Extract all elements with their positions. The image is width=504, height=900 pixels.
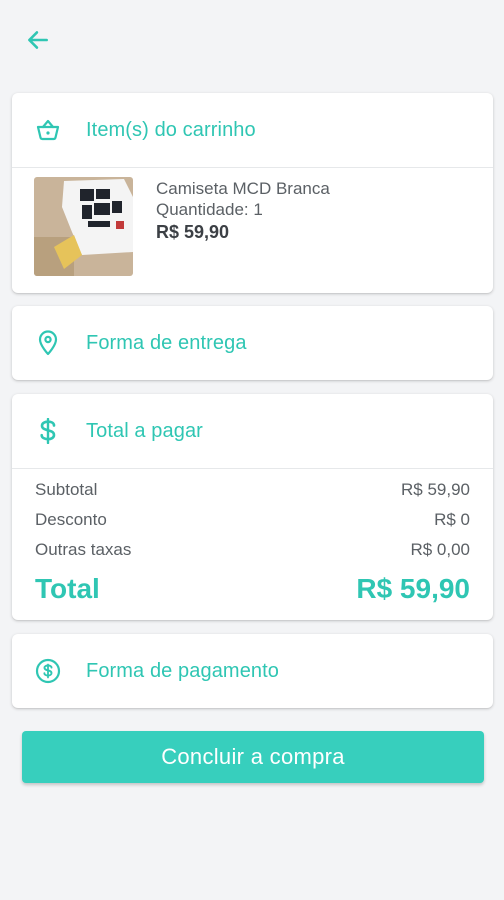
- total-label: Total: [35, 573, 100, 604]
- basket-icon: [34, 116, 62, 144]
- payment-card[interactable]: Forma de pagamento: [12, 634, 493, 708]
- back-button[interactable]: [22, 24, 54, 56]
- dollar-icon: [34, 417, 62, 445]
- discount-value: R$ 0: [434, 510, 470, 529]
- cart-card: Item(s) do carrinho Camiseta MCD Branca …: [12, 93, 493, 293]
- item-info: Camiseta MCD Branca Quantidade: 1 R$ 59,…: [156, 176, 330, 276]
- subtotal-label: Subtotal: [35, 480, 98, 499]
- cart-header[interactable]: Item(s) do carrinho: [12, 93, 493, 167]
- item-name: Camiseta MCD Branca: [156, 179, 330, 198]
- summary-header: Total a pagar: [12, 394, 493, 468]
- payment-header[interactable]: Forma de pagamento: [12, 634, 493, 708]
- totals-list: Subtotal R$ 59,90 Desconto R$ 0 Outras t…: [12, 469, 493, 611]
- payment-title: Forma de pagamento: [86, 659, 280, 682]
- discount-row: Desconto R$ 0: [35, 505, 470, 535]
- checkout-button[interactable]: Concluir a compra: [22, 731, 484, 783]
- subtotal-row: Subtotal R$ 59,90: [35, 475, 470, 505]
- summary-card: Total a pagar Subtotal R$ 59,90 Desconto…: [12, 394, 493, 620]
- location-pin-icon: [34, 329, 62, 357]
- coin-icon: [34, 657, 62, 685]
- fees-row: Outras taxas R$ 0,00: [35, 535, 470, 565]
- discount-label: Desconto: [35, 510, 107, 529]
- fees-label: Outras taxas: [35, 540, 132, 559]
- delivery-card[interactable]: Forma de entrega: [12, 306, 493, 380]
- delivery-title: Forma de entrega: [86, 331, 247, 354]
- total-value: R$ 59,90: [356, 573, 470, 604]
- delivery-header[interactable]: Forma de entrega: [12, 306, 493, 380]
- fees-value: R$ 0,00: [410, 540, 470, 559]
- item-quantity: Quantidade: 1: [156, 200, 263, 219]
- cart-item[interactable]: Camiseta MCD Branca Quantidade: 1 R$ 59,…: [12, 168, 493, 276]
- summary-title: Total a pagar: [86, 419, 203, 442]
- product-thumbnail: [34, 177, 133, 276]
- item-price: R$ 59,90: [156, 222, 230, 242]
- total-row: Total R$ 59,90: [35, 567, 470, 611]
- arrow-left-icon: [28, 31, 48, 49]
- cart-title: Item(s) do carrinho: [86, 118, 256, 141]
- subtotal-value: R$ 59,90: [401, 480, 470, 499]
